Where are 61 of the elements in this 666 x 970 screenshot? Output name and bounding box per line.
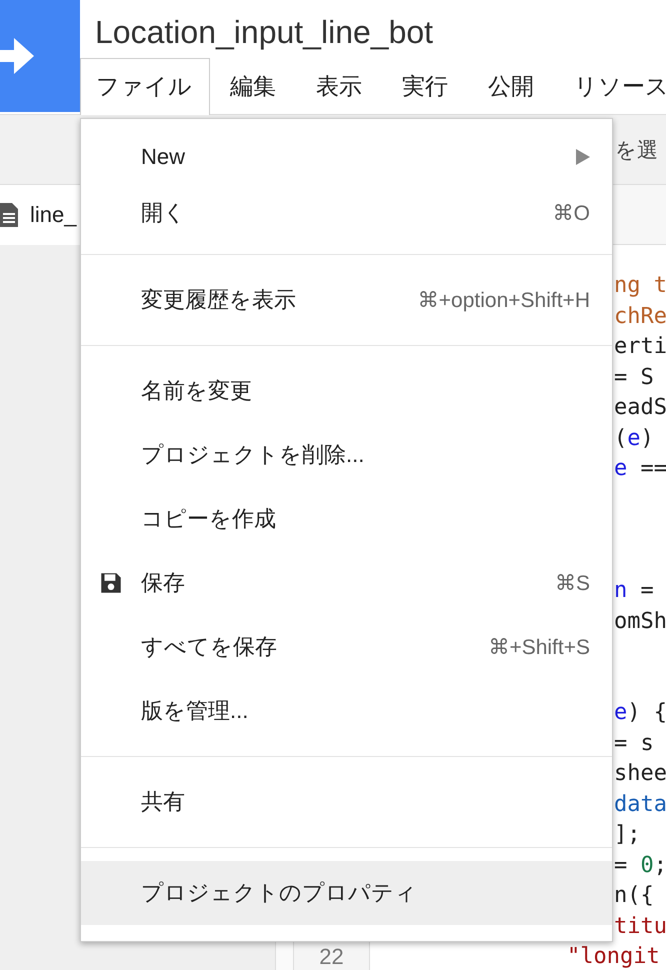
keyboard-shortcut: ⌘+Shift+S [488, 634, 590, 660]
menu-item-label: 版を管理... [141, 697, 250, 725]
menu-bar-item[interactable]: 実行 [382, 58, 468, 115]
code-token: == [639, 456, 666, 481]
code-token: e [614, 456, 628, 481]
code-token: omSh [614, 608, 666, 634]
menu-item[interactable]: 名前を変更 [81, 359, 612, 423]
menu-item[interactable]: プロジェクトのプロパティ [81, 861, 612, 925]
code-token: e [614, 700, 628, 725]
menu-item-label: プロジェクトを削除... [141, 441, 366, 469]
menu-item-label: プロジェクトのプロパティ [141, 879, 418, 907]
code-token: ) [640, 426, 654, 450]
code-token: e [627, 426, 640, 450]
menu-item[interactable]: 開く ⌘O [81, 185, 612, 241]
menu-item-label: すべてを保存 [141, 633, 278, 661]
code-token: "longit [567, 944, 660, 969]
menu-item[interactable]: 変更履歴を表示 ⌘+option+Shift+H [81, 268, 612, 332]
code-token: = [639, 578, 654, 603]
menu-item[interactable]: 共有 [81, 770, 612, 834]
menu-item-label: コピーを作成 [141, 505, 277, 533]
code-token: chRe [614, 304, 666, 328]
toolbar-text: を選 [615, 138, 658, 164]
menu-item[interactable]: 版を管理... [81, 679, 612, 743]
code-token: = S [614, 364, 654, 390]
code-token: data [614, 792, 666, 816]
menu-bar-item[interactable]: 編集 [210, 58, 296, 115]
menu-item-label: 保存 [141, 569, 186, 597]
menu-item-label: 変更履歴を表示 [141, 286, 297, 314]
keyboard-shortcut: ⌘O [552, 200, 590, 226]
code-token: titu [614, 914, 666, 938]
menu-item-label: New [141, 144, 186, 170]
line-number: 22 [319, 944, 344, 969]
menu-bar-item[interactable]: リソース [554, 58, 666, 115]
code-token: erti [614, 334, 666, 359]
code-token: = [614, 852, 628, 878]
menu-item[interactable]: プロジェクトを削除... [81, 423, 612, 487]
menu-item[interactable]: すべてを保存 ⌘+Shift+S [81, 615, 612, 679]
code-token: eadS [614, 395, 666, 420]
code-token: 0 [640, 852, 654, 878]
menu-bar-item[interactable]: ファイル [80, 58, 210, 115]
menu-item-label: 名前を変更 [141, 377, 253, 405]
code-token: ) { [627, 700, 666, 725]
code-token: shee [614, 761, 666, 786]
document-icon [0, 202, 18, 226]
code-token: n({ [614, 883, 654, 908]
code-token: n [614, 578, 628, 603]
project-title[interactable]: Location_input_line_bot [95, 14, 666, 58]
code-token: = s [614, 730, 654, 756]
menu-bar-item[interactable]: 公開 [468, 58, 554, 115]
code-token: ng t [614, 273, 666, 298]
code-token: ( [614, 426, 628, 450]
code-token: ]; [614, 822, 640, 847]
code-token: ; [654, 852, 666, 878]
menu-item[interactable]: 保存 ⌘S [81, 551, 612, 615]
menu-item-label: 共有 [141, 788, 186, 816]
menu-item[interactable]: コピーを作成 [81, 487, 612, 551]
keyboard-shortcut: ⌘+option+Shift+H [418, 288, 590, 312]
keyboard-shortcut: ⌘S [554, 570, 590, 596]
menu-item-label: 開く [141, 199, 187, 227]
menu-item[interactable]: New [81, 129, 612, 185]
menu-bar-item[interactable]: 表示 [296, 58, 382, 115]
